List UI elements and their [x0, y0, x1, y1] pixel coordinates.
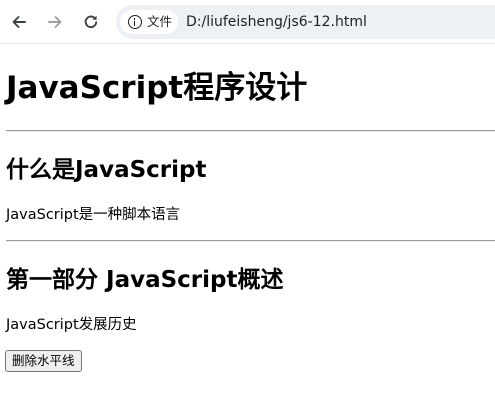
section-heading-1: 什么是JavaScript — [6, 157, 207, 183]
reload-button[interactable] — [80, 11, 102, 33]
site-info-chip[interactable]: 文件 — [120, 10, 178, 34]
section-text-1: JavaScript是一种脚本语言 — [6, 207, 181, 223]
browser-toolbar: 文件 D:/liufeisheng/js6-12.html — [0, 0, 495, 44]
reload-icon — [84, 15, 98, 29]
back-button[interactable] — [8, 11, 30, 33]
section-text-2: JavaScript发展历史 — [6, 317, 137, 333]
arrow-right-icon — [48, 16, 62, 28]
section-heading-2: 第一部分 JavaScript概述 — [6, 267, 284, 293]
page-title: JavaScript程序设计 — [6, 70, 308, 106]
horizontal-rule — [6, 130, 495, 132]
info-icon — [128, 15, 142, 29]
horizontal-rule — [6, 240, 495, 242]
forward-button[interactable] — [44, 11, 66, 33]
security-label: 文件 — [147, 14, 173, 29]
arrow-left-icon — [12, 16, 26, 28]
page-content: JavaScript程序设计 什么是JavaScript JavaScript是… — [0, 45, 495, 408]
remove-hr-button[interactable]: 删除水平线 — [5, 350, 82, 372]
url-text[interactable]: D:/liufeisheng/js6-12.html — [186, 14, 367, 30]
address-bar[interactable]: 文件 D:/liufeisheng/js6-12.html — [116, 5, 495, 39]
